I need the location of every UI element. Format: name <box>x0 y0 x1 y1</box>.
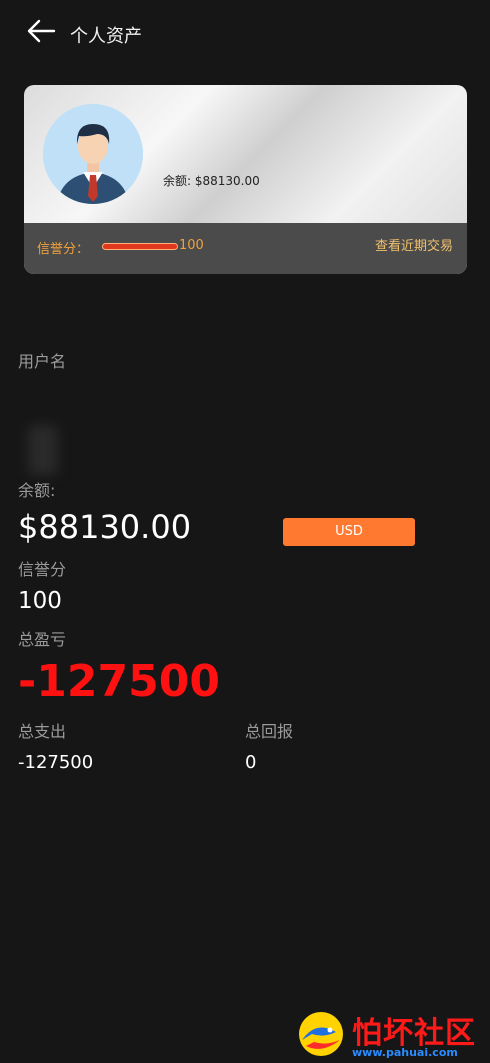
recent-transactions-link[interactable]: 查看近期交易 <box>375 235 453 254</box>
returns-label: 总回报 <box>245 722 294 741</box>
page-title: 个人资产 <box>70 26 142 47</box>
credit-value: 100 <box>18 588 62 614</box>
pnl-value: -127500 <box>18 656 220 707</box>
balance-value: $88130.00 <box>18 508 192 546</box>
credit-score-label: 信誉分： <box>37 242 90 257</box>
expense-label: 总支出 <box>18 722 67 741</box>
watermark: 怕坏社区 www.pahuai.com <box>296 1008 484 1060</box>
card-footer: 信誉分： 100 查看近期交易 <box>24 223 467 274</box>
pnl-label: 总盈亏 <box>18 630 67 649</box>
card-balance-label: 余额: <box>163 174 192 188</box>
redacted-area <box>28 425 58 475</box>
credit-score-bar <box>102 243 178 250</box>
card-balance: 余额: $88130.00 <box>163 172 260 189</box>
username-label: 用户名 <box>18 352 67 371</box>
arrow-left-icon[interactable] <box>26 18 56 44</box>
expense-value: -127500 <box>18 752 94 773</box>
credit-score-bar-fill <box>103 244 177 249</box>
asset-card: 余额: $88130.00 信誉分： 100 查看近期交易 <box>24 85 467 274</box>
header: 个人资产 <box>0 0 490 66</box>
businessman-avatar-icon <box>43 104 143 204</box>
balance-label: 余额: <box>18 481 56 500</box>
card-balance-value: $88130.00 <box>194 174 260 188</box>
fish-logo-icon <box>299 1012 343 1056</box>
watermark-url: www.pahuai.com <box>352 1046 458 1059</box>
currency-usd-button[interactable]: USD <box>283 518 415 546</box>
credit-score-value: 100 <box>179 238 204 253</box>
returns-value: 0 <box>245 752 257 773</box>
credit-label: 信誉分 <box>18 560 67 579</box>
